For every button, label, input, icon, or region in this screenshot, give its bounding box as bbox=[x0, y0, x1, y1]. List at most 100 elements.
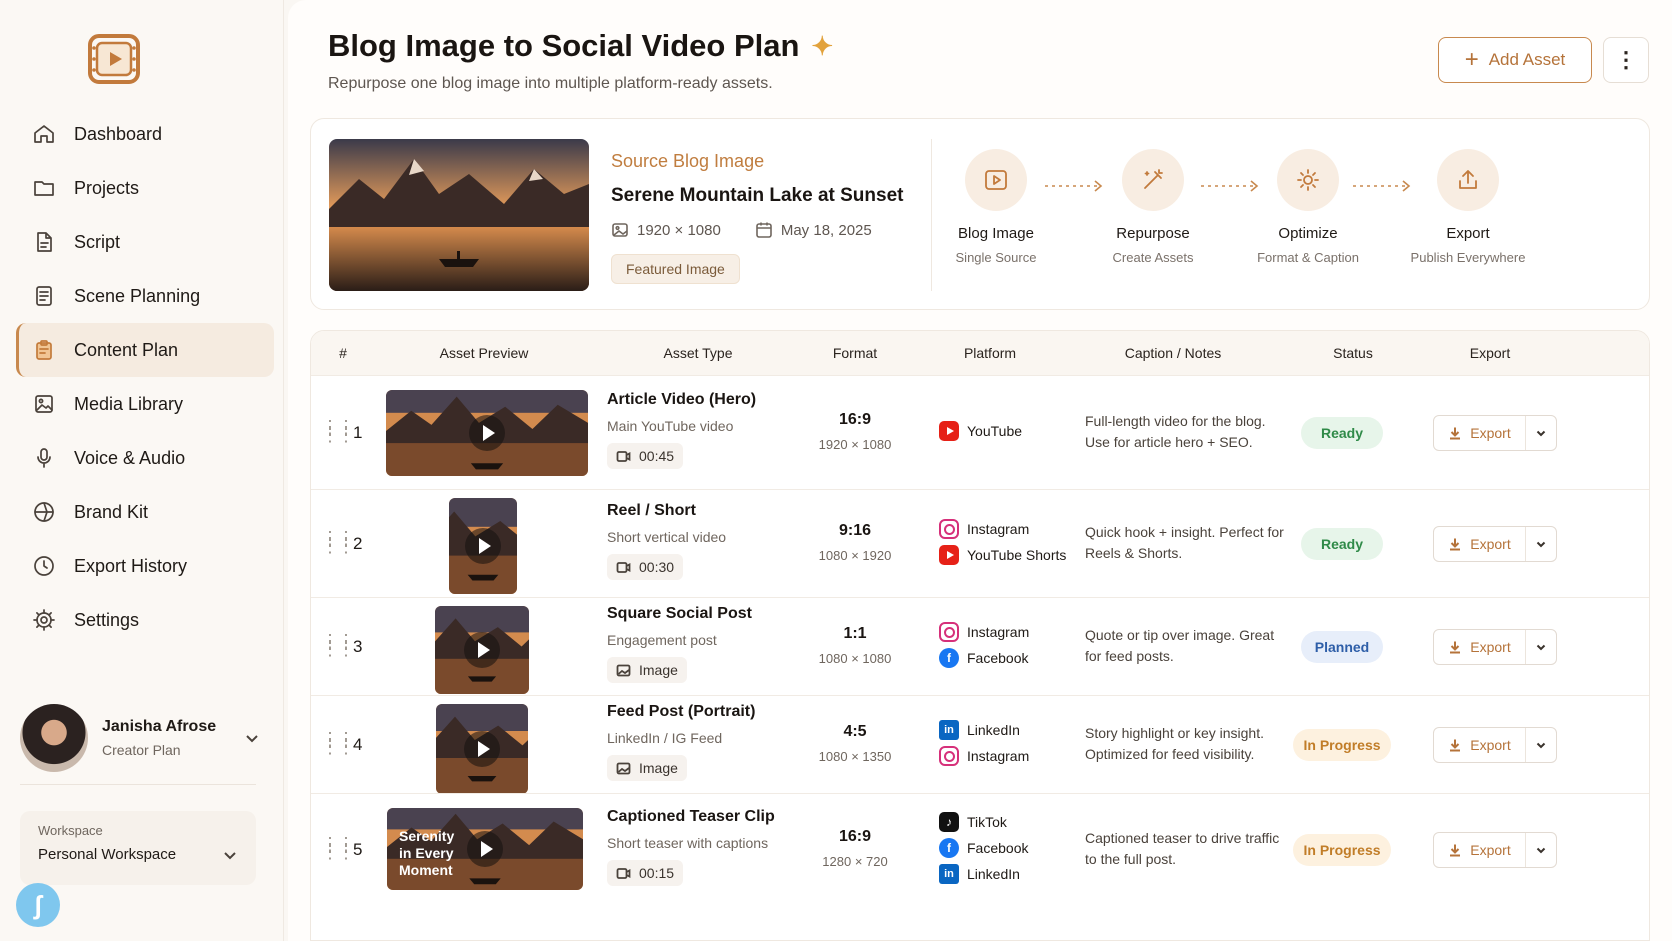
source-title: Serene Mountain Lake at Sunset bbox=[611, 185, 904, 206]
asset-preview[interactable] bbox=[449, 498, 517, 594]
user-profile[interactable]: Janisha Afrose Creator Plan bbox=[20, 700, 260, 776]
column-header-preview: Asset Preview bbox=[439, 345, 529, 361]
play-icon[interactable] bbox=[464, 632, 500, 668]
asset-type-subtitle: Short vertical video bbox=[607, 529, 727, 545]
table-row[interactable]: ⋮⋮ ⋮⋮ 1 Article Video (Hero) Main YouTube… bbox=[311, 375, 1649, 489]
add-asset-button[interactable]: + Add Asset bbox=[1438, 37, 1592, 83]
sidebar-item-media-library[interactable]: Media Library bbox=[16, 377, 274, 431]
sidebar-item-settings[interactable]: Settings bbox=[16, 593, 274, 647]
export-main-button[interactable]: Export bbox=[1434, 527, 1526, 561]
workspace-value: Personal Workspace bbox=[38, 846, 177, 863]
sidebar-item-export-history[interactable]: Export History bbox=[16, 539, 274, 593]
sidebar-item-projects[interactable]: Projects bbox=[16, 161, 274, 215]
asset-preview[interactable]: Serenity in Every Moment bbox=[387, 808, 583, 890]
sidebar-item-dashboard[interactable]: Dashboard bbox=[16, 107, 274, 161]
play-icon[interactable] bbox=[467, 831, 503, 867]
asset-preview[interactable] bbox=[386, 390, 588, 476]
drag-handle-icon[interactable]: ⋮⋮ ⋮⋮ bbox=[321, 418, 355, 444]
source-meta: 1920 × 1080 May 18, 2025 bbox=[611, 221, 872, 239]
platform-linkedin: in LinkedIn bbox=[939, 861, 1028, 887]
export-button[interactable]: Export bbox=[1433, 629, 1557, 665]
row-number: 5 bbox=[353, 840, 363, 859]
asset-type-subtitle: Engagement post bbox=[607, 632, 717, 648]
platform-cell: ♪ TikTok f Facebook in LinkedIn bbox=[939, 809, 1028, 887]
chevron-down-icon[interactable] bbox=[1526, 844, 1556, 856]
source-card: Source Blog Image Serene Mountain Lake a… bbox=[310, 118, 1650, 310]
chevron-down-icon[interactable] bbox=[1526, 739, 1556, 751]
palette-icon bbox=[34, 502, 54, 522]
export-button[interactable]: Export bbox=[1433, 526, 1557, 562]
sidebar-item-label: Media Library bbox=[74, 393, 184, 414]
format-ratio: 16:9 bbox=[838, 828, 872, 845]
play-icon[interactable] bbox=[465, 528, 501, 564]
workflow-step-optimize: Optimize Format & Caption bbox=[1233, 149, 1383, 265]
image-icon bbox=[616, 762, 631, 774]
format-ratio: 16:9 bbox=[838, 411, 872, 428]
download-icon bbox=[1450, 427, 1461, 440]
export-main-button[interactable]: Export bbox=[1434, 833, 1526, 867]
column-header-status: Status bbox=[1333, 345, 1373, 361]
source-image[interactable] bbox=[329, 139, 589, 291]
step-subtitle: Publish Everywhere bbox=[1410, 250, 1526, 265]
mountain-lake-image bbox=[329, 139, 589, 291]
table-row[interactable]: ⋮⋮ ⋮⋮ 3 Square Social Post Engagement pos… bbox=[311, 597, 1649, 695]
asset-type-cell: Article Video (Hero) Main YouTube video … bbox=[607, 391, 756, 469]
export-button[interactable]: Export bbox=[1433, 727, 1557, 763]
microphone-icon bbox=[37, 448, 51, 468]
format-ratio: 4:5 bbox=[843, 723, 867, 740]
table-row[interactable]: ⋮⋮ ⋮⋮ 2 Reel / Short Short vertical video… bbox=[311, 489, 1649, 597]
chevron-down-icon[interactable] bbox=[1526, 641, 1556, 653]
asset-preview[interactable] bbox=[436, 704, 528, 794]
sidebar-item-label: Content Plan bbox=[74, 339, 179, 360]
sidebar-item-label: Export History bbox=[74, 555, 188, 576]
list-document-icon bbox=[36, 286, 52, 306]
chevron-down-icon[interactable] bbox=[1526, 538, 1556, 550]
sidebar-item-label: Scene Planning bbox=[74, 285, 201, 306]
source-label: Source Blog Image bbox=[611, 151, 765, 171]
export-main-button[interactable]: Export bbox=[1434, 416, 1526, 450]
workspace-selector[interactable]: Workspace Personal Workspace bbox=[20, 811, 256, 885]
chevron-down-icon[interactable] bbox=[1526, 427, 1556, 439]
play-icon[interactable] bbox=[469, 415, 505, 451]
export-main-button[interactable]: Export bbox=[1434, 728, 1526, 762]
more-options-icon[interactable]: ⋮ bbox=[1603, 37, 1649, 83]
document-icon bbox=[37, 232, 52, 252]
row-number: 1 bbox=[353, 423, 363, 442]
export-main-button[interactable]: Export bbox=[1434, 630, 1526, 664]
user-name: Janisha Afrose bbox=[102, 718, 217, 735]
video-icon bbox=[616, 450, 631, 462]
drag-handle-icon[interactable]: ⋮⋮ ⋮⋮ bbox=[321, 730, 355, 756]
asset-type-cell: Feed Post (Portrait) LinkedIn / IG Feed … bbox=[607, 703, 755, 781]
asset-type-cell: Captioned Teaser Clip Short teaser with … bbox=[607, 808, 775, 886]
asset-type-subtitle: Main YouTube video bbox=[607, 418, 734, 434]
row-number: 3 bbox=[353, 637, 363, 656]
asset-preview[interactable] bbox=[435, 606, 529, 694]
status-badge: Planned bbox=[1301, 631, 1383, 663]
help-chat-icon[interactable]: ʃ bbox=[16, 883, 60, 927]
format-cell: 16:9 1920 × 1080 bbox=[795, 411, 915, 452]
play-icon[interactable] bbox=[464, 731, 500, 767]
format-dimensions: 1080 × 1350 bbox=[818, 749, 892, 764]
drag-handle-icon[interactable]: ⋮⋮ ⋮⋮ bbox=[321, 632, 355, 658]
gear-icon bbox=[1297, 169, 1319, 191]
drag-handle-icon[interactable]: ⋮⋮ ⋮⋮ bbox=[321, 529, 355, 555]
chevron-down-icon[interactable] bbox=[244, 730, 260, 746]
export-button[interactable]: Export bbox=[1433, 832, 1557, 868]
sidebar-item-scene-planning[interactable]: Scene Planning bbox=[16, 269, 274, 323]
page-title: Blog Image to Social Video Plan ✦ bbox=[328, 28, 833, 64]
app-logo-icon[interactable] bbox=[86, 30, 142, 88]
sidebar-item-content-plan[interactable]: Content Plan bbox=[16, 323, 274, 377]
step-subtitle: Single Source bbox=[955, 250, 1037, 265]
sidebar-item-voice-audio[interactable]: Voice & Audio bbox=[16, 431, 274, 485]
sidebar-item-script[interactable]: Script bbox=[16, 215, 274, 269]
table-row[interactable]: ⋮⋮ ⋮⋮ 5 Serenity in Every Moment Captione… bbox=[311, 793, 1649, 905]
sidebar-item-label: Brand Kit bbox=[74, 501, 149, 522]
export-button[interactable]: Export bbox=[1433, 415, 1557, 451]
asset-meta-pill: 00:30 bbox=[607, 554, 684, 580]
sidebar-item-brand-kit[interactable]: Brand Kit bbox=[16, 485, 274, 539]
clock-icon bbox=[34, 556, 54, 576]
folder-icon bbox=[34, 181, 54, 196]
table-row[interactable]: ⋮⋮ ⋮⋮ 4 Feed Post (Portrait) LinkedIn / I… bbox=[311, 695, 1649, 794]
drag-handle-icon[interactable]: ⋮⋮ ⋮⋮ bbox=[321, 835, 355, 861]
caption-notes: Quick hook + insight. Perfect for Reels … bbox=[1085, 524, 1284, 561]
